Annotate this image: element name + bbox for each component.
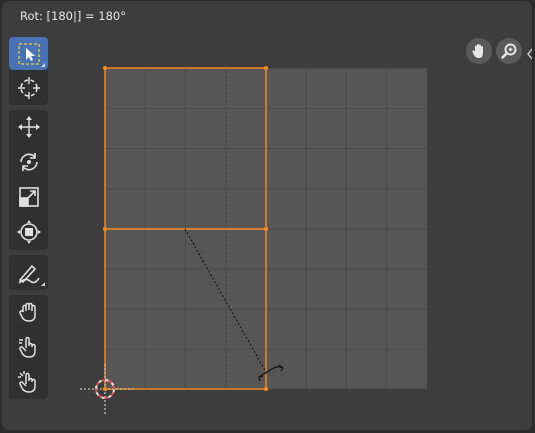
zoom-view-button[interactable] xyxy=(496,38,522,64)
rotate-tool[interactable] xyxy=(9,145,48,178)
hand-pan-icon xyxy=(472,44,483,58)
move-icon xyxy=(17,115,40,138)
zoom-icon xyxy=(501,43,517,59)
transform-tool[interactable] xyxy=(9,215,48,248)
annotate-icon xyxy=(17,264,40,284)
pinch-hand-icon xyxy=(17,370,36,393)
scale-icon xyxy=(18,186,39,207)
move-tool[interactable] xyxy=(9,110,48,143)
toolbar-group-annotate xyxy=(9,255,48,290)
pan-view-button[interactable] xyxy=(466,38,492,64)
toolbar-group-select xyxy=(9,37,48,105)
relax-tool[interactable] xyxy=(9,330,48,363)
sidebar-toggle[interactable] xyxy=(526,45,532,60)
relax-hand-icon xyxy=(18,336,36,358)
select-box-icon xyxy=(17,42,40,65)
transform-icon xyxy=(16,219,41,244)
operator-readout: Rot: [180|] = 180° xyxy=(20,9,126,23)
pinch-tool[interactable] xyxy=(9,365,48,398)
toolbar-group-transform xyxy=(9,110,48,250)
cursor-icon xyxy=(17,76,40,99)
toolbar-group-sculpt xyxy=(9,295,48,399)
rotate-icon xyxy=(19,152,38,171)
chevron-left-icon xyxy=(527,48,532,60)
cursor-tool[interactable] xyxy=(9,71,48,104)
annotate-tool[interactable] xyxy=(9,256,48,289)
scale-tool[interactable] xyxy=(9,180,48,213)
uv-editor-viewport[interactable]: Rot: [180|] = 180° xyxy=(2,1,532,430)
grab-hand-icon xyxy=(18,302,36,322)
grab-tool[interactable] xyxy=(9,295,48,328)
select-box-tool[interactable] xyxy=(9,37,48,70)
uv-canvas[interactable] xyxy=(2,1,532,430)
